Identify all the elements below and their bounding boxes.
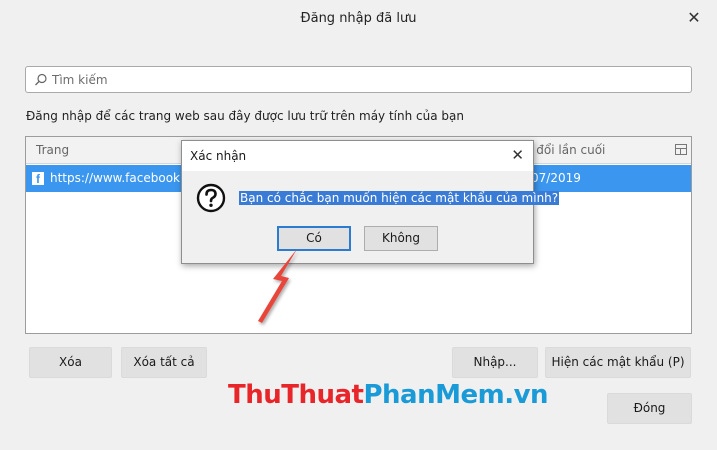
question-icon	[196, 183, 226, 213]
description-text: Đăng nhập để các trang web sau đây được …	[26, 109, 464, 123]
search-input[interactable]	[52, 70, 672, 89]
search-box[interactable]	[25, 66, 692, 93]
watermark-part2: PhanMem.vn	[363, 380, 549, 410]
dialog-close-button[interactable]: ✕	[511, 147, 524, 163]
watermark-part1: ThuThuat	[228, 380, 364, 410]
confirm-dialog: Xác nhận ✕ Bạn có chắc bạn muốn hiện các…	[181, 140, 560, 264]
delete-all-button[interactable]: Xóa tất cả	[121, 347, 207, 378]
show-passwords-button[interactable]: Hiện các mật khẩu (P)	[545, 347, 691, 378]
no-button[interactable]: Không	[364, 226, 438, 251]
pointer-arrow-icon	[258, 249, 297, 323]
watermark-logo: ThuThuatPhanMem.vn	[228, 380, 549, 410]
column-header-site[interactable]: Trang	[36, 143, 69, 157]
window-close-button[interactable]: ✕	[685, 9, 703, 27]
delete-button[interactable]: Xóa	[29, 347, 112, 378]
close-button[interactable]: Đóng	[607, 393, 692, 424]
dialog-titlebar: Xác nhận ✕	[182, 141, 533, 171]
dialog-message: Bạn có chắc bạn muốn hiện các mật khẩu c…	[239, 191, 560, 205]
facebook-icon: f	[32, 172, 44, 186]
window-title: Đăng nhập đã lưu	[300, 11, 417, 26]
column-picker-icon[interactable]	[675, 144, 687, 155]
import-button[interactable]: Nhập...	[452, 347, 538, 378]
cell-site: https://www.facebook.c	[50, 171, 191, 185]
dialog-title: Xác nhận	[190, 149, 247, 163]
window-titlebar: Đăng nhập đã lưu ✕	[0, 0, 717, 38]
search-icon	[35, 73, 47, 86]
cell-last-changed: 07/2019	[531, 171, 581, 185]
